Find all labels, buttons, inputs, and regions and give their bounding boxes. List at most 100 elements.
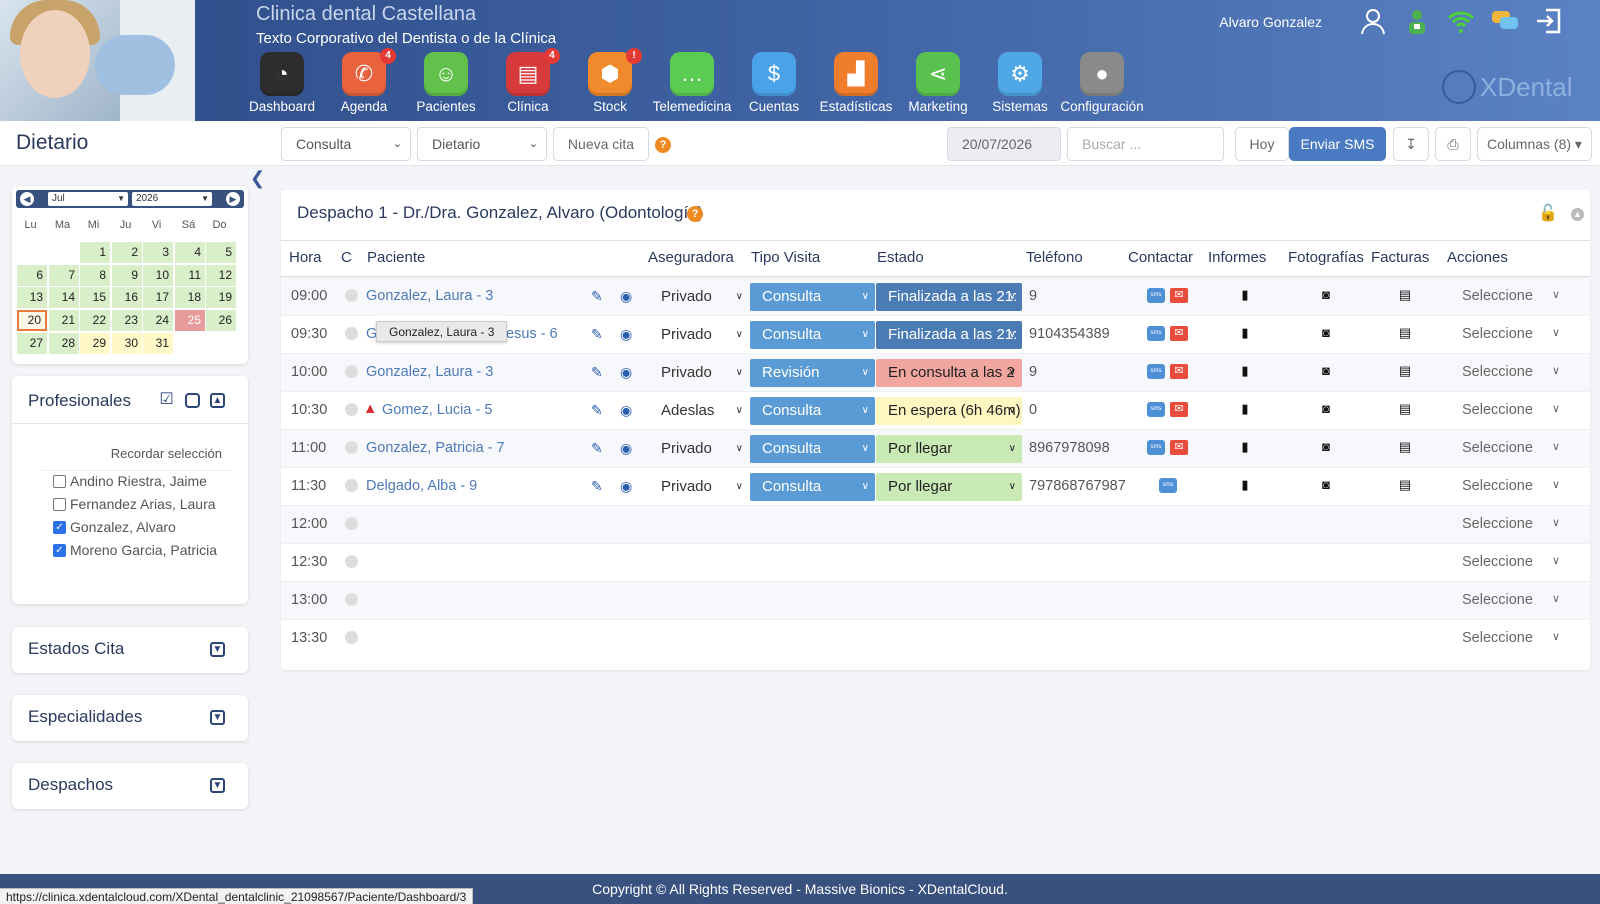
patient-link[interactable]: Gonzalez, Laura - 3 xyxy=(366,288,493,304)
user-icon[interactable] xyxy=(1358,6,1388,36)
time-slot[interactable]: 11:00 xyxy=(291,440,326,456)
professional-name[interactable]: Fernandez Arias, Laura xyxy=(70,496,216,512)
status-dot[interactable] xyxy=(345,555,358,568)
status-dot[interactable] xyxy=(345,479,358,492)
actions-select[interactable]: Seleccione ∨ xyxy=(1462,630,1560,646)
email-icon[interactable]: ✉ xyxy=(1170,402,1188,417)
email-icon[interactable]: ✉ xyxy=(1170,288,1188,303)
specialties-panel[interactable]: Especialidades ▼ xyxy=(12,695,248,741)
visit-type-select[interactable]: Consulta ∨ xyxy=(750,397,875,425)
next-month-icon[interactable]: ▶ xyxy=(226,192,240,206)
view-icon[interactable]: ◉ xyxy=(620,364,632,381)
calendar-day[interactable]: 29 xyxy=(80,333,110,354)
invoice-icon[interactable]: ▤ xyxy=(1398,401,1412,417)
calendar-day[interactable]: 12 xyxy=(206,265,236,286)
visit-type-select[interactable]: Consulta ∨ xyxy=(750,435,875,463)
nav-share[interactable]: ⋖ Marketing xyxy=(896,52,980,114)
actions-select[interactable]: Seleccione ∨ xyxy=(1462,478,1560,494)
expand-panel-icon[interactable]: ▼ xyxy=(210,642,225,657)
edit-icon[interactable]: ✎ xyxy=(591,478,603,495)
calendar-day[interactable]: 27 xyxy=(17,333,47,354)
column-header[interactable]: Hora xyxy=(289,249,322,266)
column-header[interactable]: Teléfono xyxy=(1026,249,1083,266)
time-slot[interactable]: 10:00 xyxy=(291,364,327,380)
search-input[interactable]: Buscar ... xyxy=(1067,127,1224,161)
calendar-day[interactable]: 24 xyxy=(143,310,173,331)
collapse-panel-icon[interactable]: ▲ xyxy=(210,393,225,408)
actions-select[interactable]: Seleccione ∨ xyxy=(1462,326,1560,342)
visit-type-select[interactable]: Consulta ∨ xyxy=(750,321,875,349)
date-input[interactable]: 20/07/2026 xyxy=(947,127,1061,161)
year-select[interactable]: 2026 ▼ xyxy=(132,192,212,206)
actions-select[interactable]: Seleccione ∨ xyxy=(1462,402,1560,418)
calendar-day[interactable]: 16 xyxy=(112,287,142,308)
doctor-icon[interactable] xyxy=(1402,6,1432,36)
calendar-day[interactable]: 31 xyxy=(143,333,173,354)
insurer-select[interactable]: Adeslas ∨ xyxy=(649,397,749,425)
edit-icon[interactable]: ✎ xyxy=(591,440,603,457)
time-slot[interactable]: 10:30 xyxy=(291,402,327,418)
calendar-day[interactable]: 2 xyxy=(112,242,142,263)
calendar-day[interactable]: 13 xyxy=(17,287,47,308)
status-dot[interactable] xyxy=(345,327,358,340)
appointment-status-select[interactable]: Finalizada a las 21: ∨ xyxy=(876,283,1022,311)
report-icon[interactable]: ▮ xyxy=(1238,401,1252,417)
calendar-day[interactable]: 10 xyxy=(143,265,173,286)
calendar-day[interactable]: 25 xyxy=(175,310,205,331)
new-appointment-button[interactable]: Nueva cita xyxy=(553,127,649,161)
nav-speedometer[interactable]: ◔ Dashboard xyxy=(240,52,324,114)
report-icon[interactable]: ▮ xyxy=(1238,363,1252,379)
nav-clipboard[interactable]: ▤ 4 Clínica xyxy=(486,48,570,114)
calendar-day[interactable]: 8 xyxy=(80,265,110,286)
email-icon[interactable]: ✉ xyxy=(1170,364,1188,379)
month-select[interactable]: Jul ▼ xyxy=(48,192,128,206)
insurer-select[interactable]: Privado ∨ xyxy=(649,321,749,349)
patient-link[interactable]: Delgado, Alba - 9 xyxy=(366,478,477,494)
calendar-day[interactable]: 21 xyxy=(49,310,79,331)
time-slot[interactable]: 11:30 xyxy=(291,478,326,494)
camera-icon[interactable]: ◙ xyxy=(1319,401,1333,417)
calendar-day[interactable]: 28 xyxy=(49,333,79,354)
collapse-sidebar-icon[interactable]: ❮ xyxy=(250,168,265,189)
logout-icon[interactable] xyxy=(1534,6,1564,36)
expand-panel-icon[interactable]: ▼ xyxy=(210,778,225,793)
actions-select[interactable]: Seleccione ∨ xyxy=(1462,288,1560,304)
view-select[interactable]: Dietario ⌄ xyxy=(417,127,547,161)
column-header[interactable]: Facturas xyxy=(1371,249,1429,266)
calendar-day[interactable]: 30 xyxy=(112,333,142,354)
invoice-icon[interactable]: ▤ xyxy=(1398,439,1412,455)
report-icon[interactable]: ▮ xyxy=(1238,477,1252,493)
help-icon[interactable]: ? xyxy=(655,137,671,153)
calendar-day[interactable]: 17 xyxy=(143,287,173,308)
actions-select[interactable]: Seleccione ∨ xyxy=(1462,554,1560,570)
column-header[interactable]: Paciente xyxy=(367,249,425,266)
column-header[interactable]: Contactar xyxy=(1128,249,1193,266)
view-icon[interactable]: ◉ xyxy=(620,288,632,305)
time-slot[interactable]: 09:00 xyxy=(291,288,327,304)
visit-type-select[interactable]: Revisión ∨ xyxy=(750,359,875,387)
time-slot[interactable]: 12:30 xyxy=(291,554,327,570)
calendar-day[interactable]: 1 xyxy=(80,242,110,263)
today-button[interactable]: Hoy xyxy=(1235,127,1289,161)
calendar-day[interactable]: 23 xyxy=(112,310,142,331)
calendar-day[interactable]: 11 xyxy=(175,265,205,286)
insurer-select[interactable]: Privado ∨ xyxy=(649,359,749,387)
visit-type-select[interactable]: Consulta ∨ xyxy=(750,283,875,311)
download-icon[interactable]: ↧ xyxy=(1393,127,1429,161)
column-header[interactable]: Estado xyxy=(877,249,924,266)
appointment-status-select[interactable]: En espera (6h 46m) ∨ xyxy=(876,397,1022,425)
time-slot[interactable]: 13:00 xyxy=(291,592,327,608)
nav-box[interactable]: ⬢! Stock xyxy=(568,48,652,114)
view-icon[interactable]: ◉ xyxy=(620,440,632,457)
report-icon[interactable]: ▮ xyxy=(1238,325,1252,341)
status-dot[interactable] xyxy=(345,441,358,454)
patient-link[interactable]: Gomez, Lucia - 5 xyxy=(382,402,492,418)
nav-chart[interactable]: ▟ Estadísticas xyxy=(814,52,898,114)
check-all-icon[interactable]: ☑ xyxy=(159,392,174,408)
actions-select[interactable]: Seleccione ∨ xyxy=(1462,440,1560,456)
camera-icon[interactable]: ◙ xyxy=(1319,363,1333,379)
time-slot[interactable]: 12:00 xyxy=(291,516,327,532)
professional-name[interactable]: Moreno Garcia, Patricia xyxy=(70,542,217,558)
time-slot[interactable]: 13:30 xyxy=(291,630,327,646)
user-name[interactable]: Alvaro Gonzalez xyxy=(1219,14,1322,30)
